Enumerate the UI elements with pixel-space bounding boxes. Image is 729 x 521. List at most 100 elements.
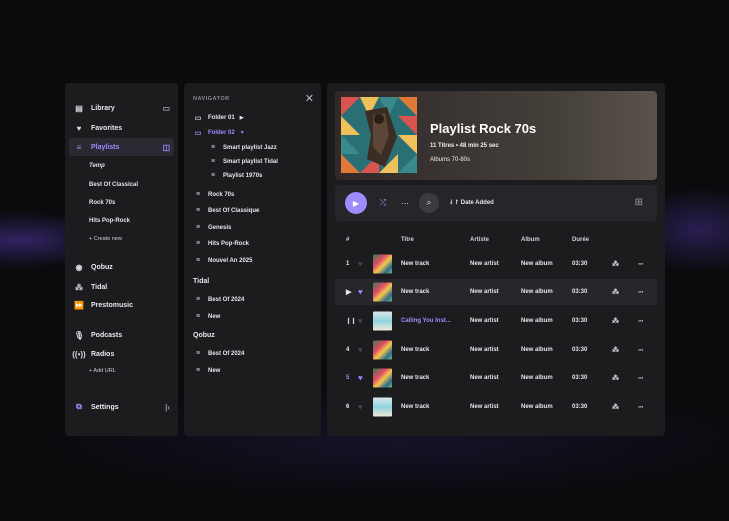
sidebar-item-tidal[interactable]: ⁂ Tidal bbox=[69, 278, 174, 296]
track-album: New album bbox=[521, 375, 553, 381]
tidal-icon: ⁂ bbox=[612, 375, 619, 382]
sidebar-item-playlists[interactable]: ≡ Playlists ◫ bbox=[69, 138, 174, 156]
heart-icon[interactable]: ♥ bbox=[358, 346, 363, 355]
column-header-artist[interactable]: Artiste bbox=[470, 237, 489, 243]
sidebar-item-library[interactable]: ▤ Library ▭ bbox=[69, 99, 174, 117]
heart-icon[interactable]: ♥ bbox=[358, 317, 363, 326]
column-header-title[interactable]: Titre bbox=[401, 237, 414, 243]
close-icon[interactable]: ✕ bbox=[305, 92, 314, 105]
playlist-toolbar: ▶ ⤮ ⋯ ⌕ ⇃↾ Date Added ⊞ bbox=[335, 185, 657, 221]
folder-open-icon: ▭ bbox=[194, 130, 202, 137]
sidebar-item-podcasts[interactable]: 🎙 Podcasts bbox=[69, 326, 174, 344]
more-options-icon[interactable]: ··· bbox=[638, 374, 644, 383]
sidebar-item-label: Settings bbox=[91, 403, 119, 411]
nav-folder-02[interactable]: ▭ Folder 02 ▼ bbox=[193, 129, 245, 137]
nav-playlist[interactable]: ≡ New bbox=[193, 313, 220, 320]
tidal-icon: ⁂ bbox=[612, 261, 619, 268]
heart-icon[interactable]: ♥ bbox=[358, 374, 363, 383]
nav-item-label: Best Of Classique bbox=[208, 207, 260, 214]
grid-view-icon[interactable]: ⊞ bbox=[635, 197, 643, 208]
create-new-button[interactable]: + Create new bbox=[89, 236, 122, 242]
nav-section-qobuz: Qobuz bbox=[193, 332, 215, 339]
nav-item-label: Hits Pop-Rock bbox=[208, 240, 250, 247]
playlist-icon: ≡ bbox=[195, 367, 201, 374]
table-row[interactable]: 1 ♥ New track New artist New album 03:30… bbox=[335, 251, 657, 277]
sidebar-playlist-item[interactable]: Hits Pop-Rock bbox=[89, 218, 130, 224]
table-row[interactable]: ▶ ♥ New track New artist New album 03:30… bbox=[335, 279, 657, 305]
table-row[interactable]: 5 ♥ New track New artist New album 03:30… bbox=[335, 365, 657, 391]
more-options-icon[interactable]: ··· bbox=[638, 317, 644, 326]
nav-playlist[interactable]: ≡ New bbox=[193, 367, 220, 374]
track-album: New album bbox=[521, 318, 553, 324]
sidebar-playlist-item[interactable]: Temp bbox=[89, 163, 105, 169]
sort-dropdown[interactable]: ⇃↾ Date Added bbox=[449, 199, 494, 206]
sidebar-playlist-item[interactable]: Best Of Classical bbox=[89, 182, 138, 188]
nav-playlist[interactable]: ≡ Best Of 2024 bbox=[193, 296, 244, 303]
nav-item-label: Genesis bbox=[208, 224, 232, 231]
play-button[interactable]: ▶ bbox=[345, 192, 367, 214]
table-row[interactable]: 6 ♥ New track New artist New album 03:30… bbox=[335, 394, 657, 420]
library-icon: ▤ bbox=[75, 103, 83, 113]
search-icon[interactable]: ⌕ bbox=[419, 193, 439, 213]
nav-item-label: Playlist 1970s bbox=[223, 172, 263, 179]
shuffle-icon[interactable]: ⤮ bbox=[373, 193, 393, 213]
sidebar-item-prestomusic[interactable]: ⏩ Prestomusic bbox=[69, 296, 174, 314]
track-number: 4 bbox=[346, 347, 350, 353]
nav-playlist[interactable]: ≡ Best Of Classique bbox=[193, 207, 259, 214]
playlist-genre: Albums 70-80s bbox=[430, 157, 471, 163]
table-row[interactable]: ❙❙ ♥ Calling You Inst... New artist New … bbox=[335, 308, 657, 334]
nav-item-label: Rock 70s bbox=[208, 191, 235, 198]
track-number: 1 bbox=[346, 261, 350, 267]
more-options-icon[interactable]: ··· bbox=[638, 260, 644, 269]
add-url-button[interactable]: + Add URL bbox=[89, 368, 116, 374]
sidebar-item-label: Podcasts bbox=[91, 331, 123, 339]
track-title: New track bbox=[401, 261, 430, 267]
more-options-icon[interactable]: ⋯ bbox=[395, 193, 415, 213]
more-options-icon[interactable]: ··· bbox=[638, 288, 644, 297]
heart-icon[interactable]: ♥ bbox=[358, 403, 363, 412]
track-art bbox=[373, 368, 392, 388]
folder-icon[interactable]: ▭ bbox=[162, 104, 170, 113]
column-header-duration[interactable]: Durée bbox=[572, 237, 589, 243]
track-art bbox=[373, 311, 392, 331]
nav-item-label: New bbox=[208, 313, 221, 320]
more-options-icon[interactable]: ··· bbox=[638, 403, 644, 412]
playlist-icon: ≡ bbox=[195, 224, 201, 231]
nav-smart-playlist[interactable]: ≡ Smart playlist Jazz bbox=[208, 144, 277, 151]
collapse-icon[interactable]: |‹ bbox=[165, 403, 170, 412]
table-row[interactable]: 4 ♥ New track New artist New album 03:30… bbox=[335, 337, 657, 363]
sidebar-item-label: Tidal bbox=[91, 283, 108, 291]
heart-icon: ♥ bbox=[76, 123, 82, 133]
track-art bbox=[373, 340, 392, 360]
sidebar-item-qobuz[interactable]: ◉ Qobuz bbox=[69, 258, 174, 276]
radio-icon: ((•)) bbox=[72, 349, 86, 359]
heart-icon[interactable]: ♥ bbox=[358, 260, 363, 269]
playlist-icon: ≡ bbox=[195, 191, 201, 198]
main-panel: Playlist Rock 70s 11 Titres • 48 min 25 … bbox=[327, 83, 665, 436]
column-header-album[interactable]: Album bbox=[521, 237, 540, 243]
nav-smart-playlist[interactable]: ≡ Smart playlist Tidal bbox=[208, 158, 278, 165]
nav-item-label: Nouvel An 2025 bbox=[208, 257, 253, 264]
play-icon[interactable]: ▶ bbox=[346, 288, 351, 296]
smart-playlist-icon: ≡ bbox=[210, 144, 216, 151]
nav-playlist[interactable]: ≡ Genesis bbox=[193, 224, 231, 231]
heart-icon[interactable]: ♥ bbox=[358, 288, 363, 297]
nav-playlist[interactable]: ≡ Best Of 2024 bbox=[193, 350, 244, 357]
pause-icon[interactable]: ❙❙ bbox=[346, 318, 356, 325]
track-album: New album bbox=[521, 289, 553, 295]
nav-playlist[interactable]: ≡ Rock 70s bbox=[193, 191, 234, 198]
sidebar-item-radios[interactable]: ((•)) Radios bbox=[69, 345, 174, 363]
sidebar: ▤ Library ▭ ♥ Favorites ≡ Playlists ◫ Te… bbox=[65, 83, 178, 436]
column-header-number[interactable]: # bbox=[346, 237, 349, 243]
nav-playlist[interactable]: ≡ Nouvel An 2025 bbox=[193, 257, 253, 264]
sidebar-item-favorites[interactable]: ♥ Favorites bbox=[69, 119, 174, 137]
nav-playlist[interactable]: ≡ Playlist 1970s bbox=[208, 172, 262, 179]
playlist-icon: ≡ bbox=[195, 313, 201, 320]
panel-toggle-icon[interactable]: ◫ bbox=[162, 143, 170, 152]
sidebar-playlist-item[interactable]: Rock 70s bbox=[89, 200, 115, 206]
sidebar-item-settings[interactable]: ⧉ Settings |‹ bbox=[69, 398, 174, 416]
nav-folder-01[interactable]: ▭ Folder 01 ▶ bbox=[193, 114, 244, 122]
more-options-icon[interactable]: ··· bbox=[638, 346, 644, 355]
nav-playlist[interactable]: ≡ Hits Pop-Rock bbox=[193, 240, 249, 247]
playlist-header: Playlist Rock 70s 11 Titres • 48 min 25 … bbox=[335, 91, 657, 180]
